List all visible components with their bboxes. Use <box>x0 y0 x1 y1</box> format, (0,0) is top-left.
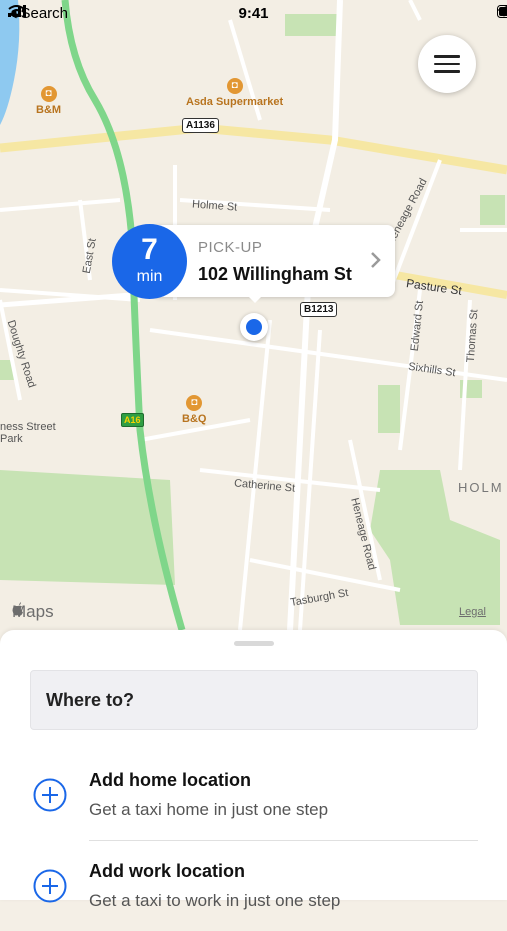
row-title: Add work location <box>89 861 245 882</box>
add-circle-icon <box>33 778 67 812</box>
district-label: HOLM <box>458 480 504 495</box>
poi-bm[interactable]: ◘B&M <box>36 86 61 116</box>
shopping-cart-icon: ◘ <box>227 78 243 94</box>
hamburger-icon <box>434 50 460 78</box>
road-shield-b1213: B1213 <box>300 302 337 317</box>
eta-unit: min <box>112 268 187 286</box>
menu-button[interactable] <box>418 35 476 93</box>
pickup-location-pin[interactable] <box>240 313 268 341</box>
sheet-grabber[interactable] <box>234 641 274 646</box>
pickup-label: PICK-UP <box>198 239 262 256</box>
shopping-bag-icon: ◘ <box>41 86 57 102</box>
poi-asda[interactable]: ◘Asda Supermarket <box>186 78 283 108</box>
where-to-label: Where to? <box>46 690 134 711</box>
shopping-bag-icon: ◘ <box>186 395 202 411</box>
apple-logo-icon <box>12 602 24 616</box>
where-to-input[interactable]: Where to? <box>30 670 478 730</box>
battery-icon <box>497 5 507 18</box>
park-label: ness Street Park <box>0 421 56 445</box>
status-bar: ◀ Search 9:41 <box>0 0 507 28</box>
location-dot-icon <box>246 319 262 335</box>
add-home-location-row[interactable]: Add home location Get a taxi home in jus… <box>0 760 507 840</box>
eta-badge: 7 min <box>112 224 187 299</box>
pickup-address: 102 Willingham St <box>198 264 352 285</box>
pickup-card[interactable] <box>152 225 395 297</box>
road-shield-a16: A16 <box>121 413 144 427</box>
legal-link[interactable]: Legal <box>459 606 486 618</box>
pickup-callout[interactable]: PICK-UP 102 Willingham St 7 min <box>112 224 395 300</box>
bottom-sheet[interactable]: Where to? Add home location Get a taxi h… <box>0 630 507 900</box>
poi-bq[interactable]: ◘B&Q <box>182 395 206 425</box>
eta-value: 7 <box>112 234 187 266</box>
add-work-location-row[interactable]: Add work location Get a taxi to work in … <box>0 851 507 931</box>
map-view[interactable]: ◀ Search 9:41 ◘B&M ◘Asda Supermarket ◘B&… <box>0 0 507 630</box>
chevron-right-icon <box>365 250 385 270</box>
apple-maps-attribution: Maps <box>12 602 54 622</box>
add-circle-icon <box>33 869 67 903</box>
row-title: Add home location <box>89 770 251 791</box>
callout-pointer <box>245 293 265 303</box>
divider <box>89 840 478 841</box>
road-shield-a1136: A1136 <box>182 118 219 133</box>
clock: 9:41 <box>0 5 507 22</box>
row-subtitle: Get a taxi home in just one step <box>89 800 328 820</box>
row-subtitle: Get a taxi to work in just one step <box>89 891 340 911</box>
